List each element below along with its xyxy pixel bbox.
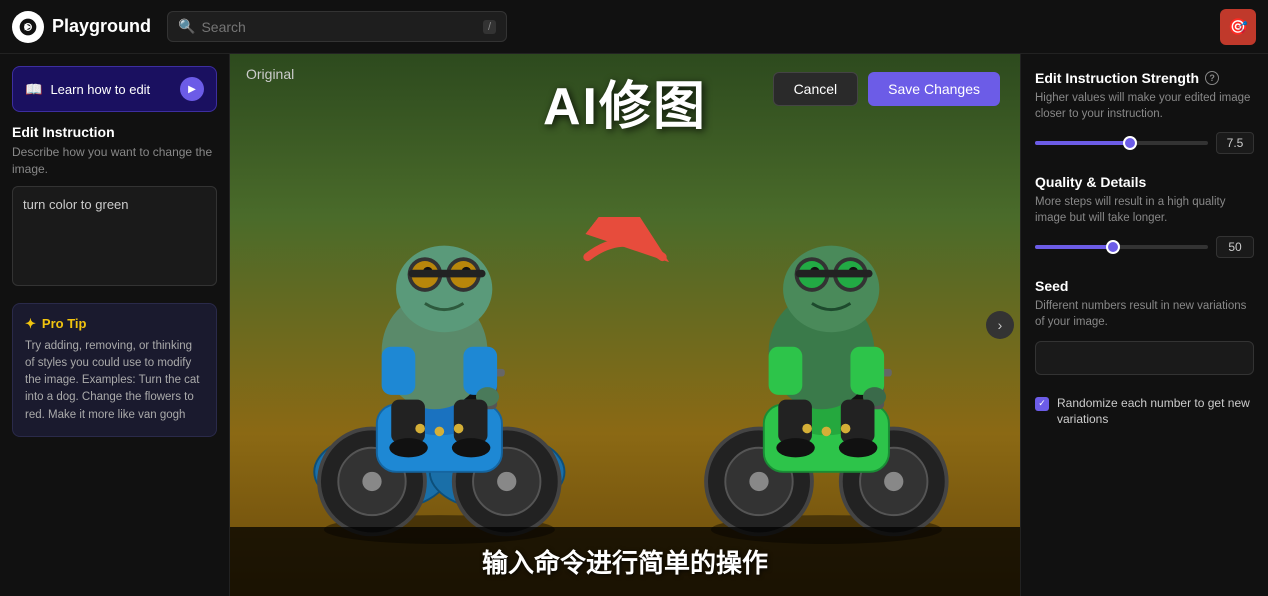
strength-slider-row: 7.5	[1035, 132, 1254, 154]
randomize-row: ✓ Randomize each number to get new varia…	[1035, 395, 1254, 429]
pro-tip-title: ✦ Pro Tip	[25, 316, 204, 332]
edit-instruction-section: Edit Instruction Describe how you want t…	[12, 124, 217, 291]
right-sidebar: Edit Instruction Strength ? Higher value…	[1020, 54, 1268, 596]
save-changes-button[interactable]: Save Changes	[868, 72, 1000, 106]
quality-slider-row: 50	[1035, 236, 1254, 258]
arrow-svg	[575, 217, 675, 297]
strength-desc: Higher values will make your edited imag…	[1035, 90, 1254, 122]
pro-tip-text: Try adding, removing, or thinking of sty…	[25, 338, 204, 424]
quality-section: Quality & Details More steps will result…	[1035, 174, 1254, 258]
quality-title: Quality & Details	[1035, 174, 1254, 190]
book-icon: 📖	[25, 81, 42, 98]
strength-info-icon[interactable]: ?	[1205, 71, 1219, 85]
left-sidebar: 📖 Learn how to edit ▶ Edit Instruction D…	[0, 54, 230, 596]
search-shortcut: /	[483, 20, 496, 34]
header-actions: Cancel Save Changes	[773, 72, 1000, 106]
quality-value: 50	[1216, 236, 1254, 258]
frog-blue-svg	[295, 144, 584, 549]
strength-section: Edit Instruction Strength ? Higher value…	[1035, 70, 1254, 154]
edit-instruction-title: Edit Instruction	[12, 124, 217, 140]
arrow-container	[575, 217, 675, 302]
frog-left	[270, 108, 610, 585]
search-bar[interactable]: 🔍 /	[167, 11, 507, 42]
center-header: AI修图 Cancel Save Changes	[230, 54, 1020, 149]
learn-btn-left: 📖 Learn how to edit	[25, 81, 150, 98]
seed-section: Seed Different numbers result in new var…	[1035, 278, 1254, 374]
randomize-label: Randomize each number to get new variati…	[1057, 395, 1254, 429]
edit-instruction-desc: Describe how you want to change the imag…	[12, 144, 217, 178]
instruction-textarea[interactable]: turn color to green	[12, 186, 217, 286]
learn-how-to-edit-button[interactable]: 📖 Learn how to edit ▶	[12, 66, 217, 112]
next-button[interactable]: ›	[986, 311, 1014, 339]
quality-desc: More steps will result in a high quality…	[1035, 194, 1254, 226]
star-icon: ✦	[25, 316, 36, 332]
logo-area: Playground	[12, 11, 151, 43]
seed-input[interactable]	[1035, 341, 1254, 375]
randomize-checkbox[interactable]: ✓	[1035, 397, 1049, 411]
main-layout: 📖 Learn how to edit ▶ Edit Instruction D…	[0, 54, 1268, 596]
pro-tip-box: ✦ Pro Tip Try adding, removing, or think…	[12, 303, 217, 437]
quality-slider[interactable]	[1035, 245, 1208, 249]
search-input[interactable]	[201, 19, 477, 35]
play-icon: ▶	[180, 77, 204, 101]
frog-right	[657, 108, 997, 585]
avatar[interactable]: 🎯	[1220, 9, 1256, 45]
subtitle-bar: 输入命令进行简单的操作	[230, 527, 1020, 596]
strength-title: Edit Instruction Strength ?	[1035, 70, 1254, 86]
quality-thumb[interactable]	[1106, 240, 1120, 254]
seed-desc: Different numbers result in new variatio…	[1035, 298, 1254, 330]
search-icon: 🔍	[178, 18, 195, 35]
seed-title: Seed	[1035, 278, 1254, 294]
topbar: Playground 🔍 / 🎯	[0, 0, 1268, 54]
strength-fill	[1035, 141, 1130, 145]
logo-icon	[12, 11, 44, 43]
center-content: AI修图 Cancel Save Changes Original	[230, 54, 1020, 596]
strength-thumb[interactable]	[1123, 136, 1137, 150]
cancel-button[interactable]: Cancel	[773, 72, 859, 106]
logo-text: Playground	[52, 16, 151, 37]
strength-slider[interactable]	[1035, 141, 1208, 145]
quality-fill	[1035, 245, 1113, 249]
learn-label: Learn how to edit	[50, 82, 150, 97]
strength-value: 7.5	[1216, 132, 1254, 154]
frog-green-svg	[682, 144, 971, 549]
subtitle-text: 输入命令进行简单的操作	[250, 543, 1000, 580]
